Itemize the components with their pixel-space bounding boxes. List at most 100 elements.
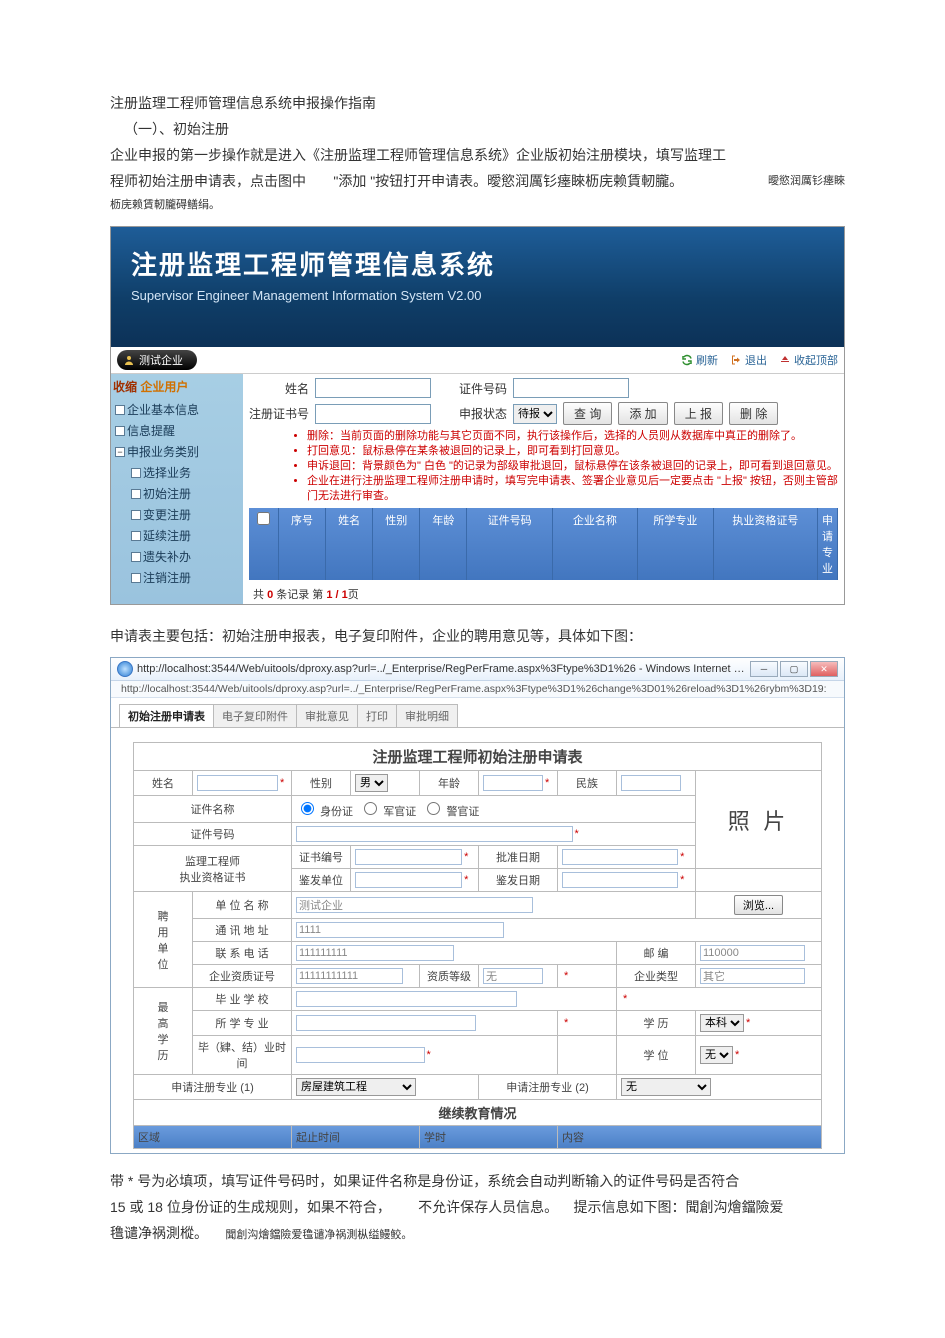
input-ent-type[interactable]: [700, 968, 805, 984]
lbl-approve-date: 批准日期: [479, 846, 558, 869]
select-apply-1[interactable]: 房屋建筑工程: [296, 1078, 416, 1096]
sidebar-item-business-category[interactable]: 申报业务类别: [113, 441, 241, 462]
sidebar-collapse-link[interactable]: 收缩: [113, 380, 137, 394]
sidebar-account-link[interactable]: 企业用户: [140, 380, 188, 394]
input-cert-no2[interactable]: [355, 849, 462, 865]
sidebar-item-notifications[interactable]: 信息提醒: [113, 420, 241, 441]
input-grade[interactable]: [483, 968, 543, 984]
close-button[interactable]: ✕: [810, 661, 838, 677]
sidebar: 收缩 企业用户 企业基本信息 信息提醒 申报业务类别 选择业务 初始注册 变更注…: [111, 374, 243, 604]
browse-button[interactable]: 浏览...: [734, 895, 783, 915]
sidebar-item-basic-info[interactable]: 企业基本信息: [113, 399, 241, 420]
tab-attachments[interactable]: 电子复印附件: [213, 704, 297, 727]
input-approve-date[interactable]: [562, 849, 678, 865]
input-issuer[interactable]: [355, 872, 462, 888]
input-ent-cert[interactable]: [296, 968, 403, 984]
tab-approval-detail[interactable]: 审批明细: [396, 704, 458, 727]
lbl-tel: 联 系 电 话: [193, 942, 292, 965]
notes-list: 删除：当前页面的删除功能与其它页面不同，执行该操作后，选择的人员则从数据库中真正…: [249, 429, 838, 504]
refresh-button[interactable]: 刷新: [681, 352, 718, 368]
doc-extra-fragment: 曖慾润厲钐瘗睞: [768, 168, 845, 194]
label-reg-no: 注册证书号: [249, 405, 309, 422]
input-postcode[interactable]: [700, 945, 805, 961]
add-button[interactable]: 添 加: [618, 402, 667, 425]
query-button[interactable]: 查 询: [563, 402, 612, 425]
ie-address-bar[interactable]: http://localhost:3544/Web/uitools/dproxy…: [111, 681, 844, 698]
col-name: 姓名: [326, 508, 373, 580]
input-name[interactable]: [315, 378, 431, 398]
sidebar-item-continue-register[interactable]: 延续注册: [113, 525, 241, 546]
select-all-checkbox[interactable]: [257, 512, 270, 525]
lbl-address: 通 讯 地 址: [193, 919, 292, 942]
photo-placeholder[interactable]: 照 片: [696, 771, 822, 869]
sidebar-tree: 企业基本信息 信息提醒 申报业务类别 选择业务 初始注册 变更注册 延续注册 遗…: [113, 399, 241, 588]
input-issue-date[interactable]: [562, 872, 678, 888]
exit-button[interactable]: 退出: [730, 352, 767, 368]
tab-initial-register[interactable]: 初始注册申请表: [119, 704, 214, 727]
sidebar-item-initial-register[interactable]: 初始注册: [113, 483, 241, 504]
lbl-grad-time: 毕（肄、结）业时间: [193, 1036, 292, 1075]
main-content: 姓名 证件号码 注册证书号 申报状态 待报 查 询 添 加 上 报 删 除: [243, 374, 844, 604]
select-apply-2[interactable]: 无: [621, 1078, 711, 1096]
col-index: 序号: [279, 508, 326, 580]
grid-footer: 共 0 条记录 第 1 / 1页: [249, 580, 838, 604]
continuing-edu-header: 区域 起止时间 学时 内容: [134, 1126, 822, 1149]
input-name[interactable]: [197, 775, 278, 791]
tab-approval[interactable]: 审批意见: [296, 704, 358, 727]
input-major[interactable]: [296, 1015, 476, 1031]
lbl-qualification: 监理工程师 执业资格证书: [134, 846, 292, 892]
app1-topbar: 测试企业 刷新 退出 收起顶部: [111, 347, 844, 374]
delete-button[interactable]: 删 除: [729, 402, 778, 425]
input-unit-name[interactable]: [296, 897, 533, 913]
radio-officer[interactable]: 军官证: [359, 806, 416, 818]
select-status[interactable]: 待报: [513, 404, 557, 424]
col-entname: 企业名称: [553, 508, 638, 580]
input-nation[interactable]: [621, 775, 681, 791]
doc-final-3a: 氇谴净祸測樅。: [110, 1225, 208, 1241]
col-qualno: 执业资格证号: [714, 508, 818, 580]
collapse-button[interactable]: 收起顶部: [779, 352, 838, 368]
grid-header: 序号 姓名 性别 年龄 证件号码 企业名称 所学专业 执业资格证号 申请专业: [249, 508, 838, 580]
input-age[interactable]: [483, 775, 543, 791]
input-school[interactable]: [296, 991, 517, 1007]
sidebar-item-cancel-register[interactable]: 注销注册: [113, 567, 241, 588]
lbl-grade: 资质等级: [420, 965, 479, 988]
input-doc-no[interactable]: [296, 826, 573, 842]
app1-window: 注册监理工程师管理信息系统 Supervisor Engineer Manage…: [110, 226, 845, 605]
select-academic-degree[interactable]: 无: [700, 1046, 733, 1064]
sidebar-item-select-business[interactable]: 选择业务: [113, 462, 241, 483]
select-sex[interactable]: 男: [355, 774, 388, 792]
lbl-academic-degree: 学 位: [617, 1036, 696, 1075]
lbl-degree: 学 历: [617, 1011, 696, 1036]
ie-titlebar: http://localhost:3544/Web/uitools/dproxy…: [111, 658, 844, 681]
input-reg-no[interactable]: [315, 404, 431, 424]
input-cert-no[interactable]: [513, 378, 629, 398]
doc-title: 注册监理工程师管理信息系统申报操作指南: [110, 90, 845, 116]
maximize-button[interactable]: ▢: [780, 661, 808, 677]
label-status: 申报状态: [437, 405, 507, 422]
minimize-button[interactable]: ─: [750, 661, 778, 677]
lbl-nation: 民族: [558, 771, 617, 796]
lbl-name: 姓名: [134, 771, 193, 796]
tab-print[interactable]: 打印: [357, 704, 397, 727]
refresh-icon: [681, 354, 693, 366]
doc-between-paragraph: 申请表主要包括：初始注册申报表，电子复印附件，企业的聘用意见等，具体如下图：: [110, 621, 845, 651]
sidebar-item-lost-reissue[interactable]: 遗失补办: [113, 546, 241, 567]
lbl-unit-name: 单 位 名 称: [193, 892, 292, 919]
col-major: 所学专业: [638, 508, 714, 580]
input-grad-time[interactable]: [296, 1047, 425, 1063]
radio-police[interactable]: 警官证: [422, 806, 479, 818]
exit-icon: [730, 354, 742, 366]
input-tel[interactable]: [296, 945, 454, 961]
label-cert-no: 证件号码: [437, 380, 507, 397]
select-degree[interactable]: 本科: [700, 1014, 744, 1032]
radio-idcard[interactable]: 身份证: [296, 806, 353, 818]
sidebar-item-change-register[interactable]: 变更注册: [113, 504, 241, 525]
note-item: 删除：当前页面的删除功能与其它页面不同，执行该操作后，选择的人员则从数据库中真正…: [307, 429, 838, 444]
collapse-label: 收起顶部: [794, 352, 838, 368]
input-address[interactable]: [296, 922, 504, 938]
doc-paragraph-1c: "添加 "按钮打开申请表。曖慾润厲钐瘗睞枥庑赖賃軔朧。: [309, 173, 683, 189]
lbl-age: 年龄: [420, 771, 479, 796]
report-button[interactable]: 上 报: [674, 402, 723, 425]
col-apply-major: 申请专业: [818, 508, 838, 580]
